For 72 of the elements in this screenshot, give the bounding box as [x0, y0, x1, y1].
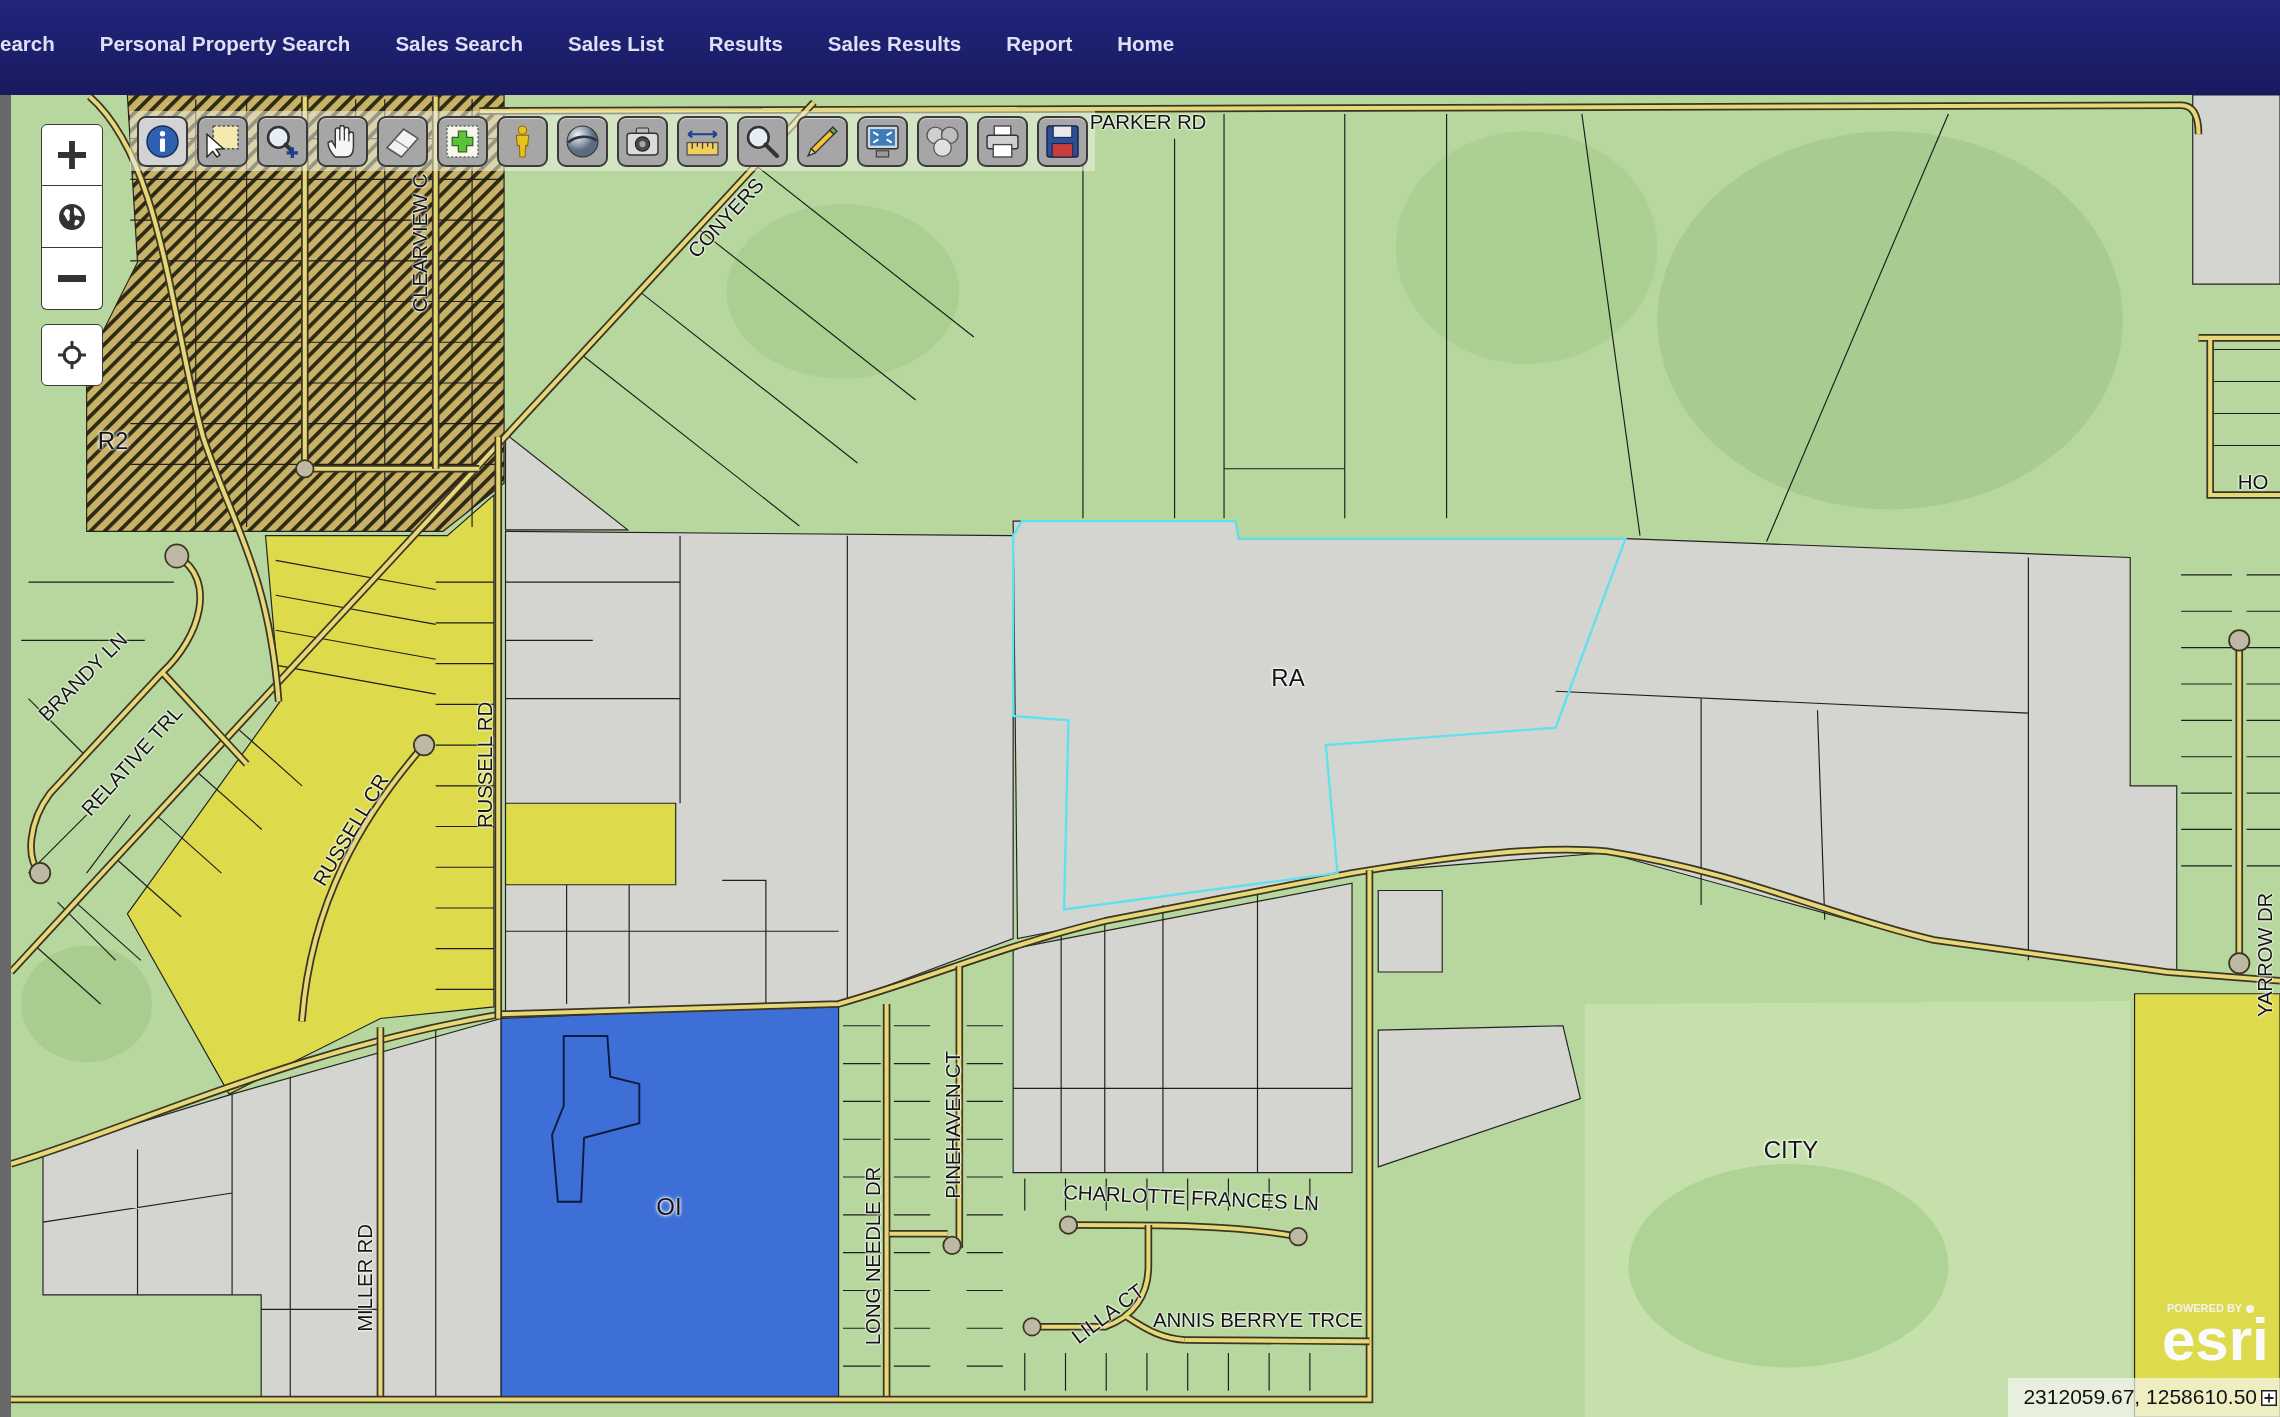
- toolbar-button[interactable]: [317, 116, 368, 167]
- toolbar-button[interactable]: [137, 116, 188, 167]
- magnifier-icon: [746, 125, 779, 158]
- printer-icon: [986, 125, 1019, 158]
- minus-icon: [58, 275, 86, 282]
- road-label: MILLER RD: [354, 1224, 376, 1332]
- toolbar-button[interactable]: [797, 116, 848, 167]
- sphere-icon: [566, 125, 599, 158]
- toolbar-button[interactable]: [377, 116, 428, 167]
- globe-button[interactable]: [41, 186, 103, 248]
- plus-grid-icon: [446, 125, 479, 158]
- road-label: RUSSELL RD: [474, 702, 496, 828]
- zoom-in-icon: [266, 125, 299, 158]
- road-label: CLEARVIEW C: [409, 173, 431, 313]
- nav-link[interactable]: Home: [1117, 32, 1175, 57]
- cul-de-sac: [295, 459, 315, 479]
- toolbar-button[interactable]: [857, 116, 908, 167]
- road-label: LONG NEEDLE DR: [862, 1166, 884, 1346]
- toolbar-button[interactable]: [557, 116, 608, 167]
- selection-icon: [206, 125, 239, 158]
- road-label: HO: [2237, 471, 2269, 493]
- powered-by-text: POWERED BY: [2167, 1302, 2243, 1315]
- save-icon: [1046, 125, 1079, 158]
- locate-button[interactable]: [41, 324, 103, 386]
- cul-de-sac: [164, 543, 190, 569]
- coordinates-text: 2312059.67, 1258610.50: [2023, 1385, 2257, 1410]
- nav-link[interactable]: Results: [708, 32, 783, 57]
- cul-de-sac: [29, 862, 52, 885]
- crosshair-icon: [58, 341, 86, 369]
- cul-de-sac: [942, 1235, 962, 1255]
- cul-de-sac: [1058, 1215, 1078, 1235]
- toolbar-button[interactable]: [977, 116, 1028, 167]
- toolbar-button[interactable]: [257, 116, 308, 167]
- zoom-out-button[interactable]: [41, 248, 103, 310]
- zone-label: OI: [656, 1193, 682, 1221]
- esri-logo-text: esri: [2162, 1315, 2269, 1365]
- bubbles-icon: [926, 125, 959, 158]
- cul-de-sac: [413, 734, 436, 757]
- toolbar-button[interactable]: [917, 116, 968, 167]
- nav-link[interactable]: Sales List: [568, 32, 664, 57]
- toolbar-button[interactable]: [197, 116, 248, 167]
- zone-label: RA: [1271, 664, 1305, 692]
- cul-de-sac: [1288, 1227, 1308, 1247]
- plus-icon: [58, 141, 86, 169]
- road-label: PINEHAVEN CT: [942, 1051, 964, 1199]
- road-label: CHARLOTTE FRANCES LN: [1062, 1182, 1320, 1214]
- nav-link[interactable]: Sales Search: [395, 32, 524, 57]
- cul-de-sac: [1022, 1317, 1042, 1337]
- cul-de-sac: [2228, 629, 2251, 652]
- toolbar-button[interactable]: [677, 116, 728, 167]
- plus-box-icon[interactable]: [2261, 1389, 2277, 1406]
- pencil-icon: [806, 125, 839, 158]
- toolbar-button[interactable]: [1037, 116, 1088, 167]
- info-icon: [146, 125, 179, 158]
- camera-icon: [626, 125, 659, 158]
- toolbar-button[interactable]: [737, 116, 788, 167]
- zoom-in-button[interactable]: [41, 124, 103, 186]
- road-label: PARKER RD: [1089, 111, 1207, 133]
- dot-icon: [2246, 1304, 2255, 1313]
- toolbar-button[interactable]: [497, 116, 548, 167]
- zone-label: CITY: [1763, 1136, 1819, 1164]
- road-label: YARROW DR: [2254, 892, 2276, 1018]
- eraser-icon: [386, 125, 419, 158]
- toolbar-button[interactable]: [617, 116, 668, 167]
- nav-link[interactable]: earch: [0, 32, 55, 57]
- nav-link[interactable]: Report: [1006, 32, 1073, 57]
- nav-link[interactable]: Personal Property Search: [99, 32, 351, 57]
- road-label: ANNIS BERRYE TRCE: [1153, 1309, 1363, 1331]
- monitor-icon: [866, 125, 899, 158]
- toolbar-button[interactable]: [437, 116, 488, 167]
- globe-icon: [59, 203, 85, 230]
- nav-link[interactable]: Sales Results: [827, 32, 962, 57]
